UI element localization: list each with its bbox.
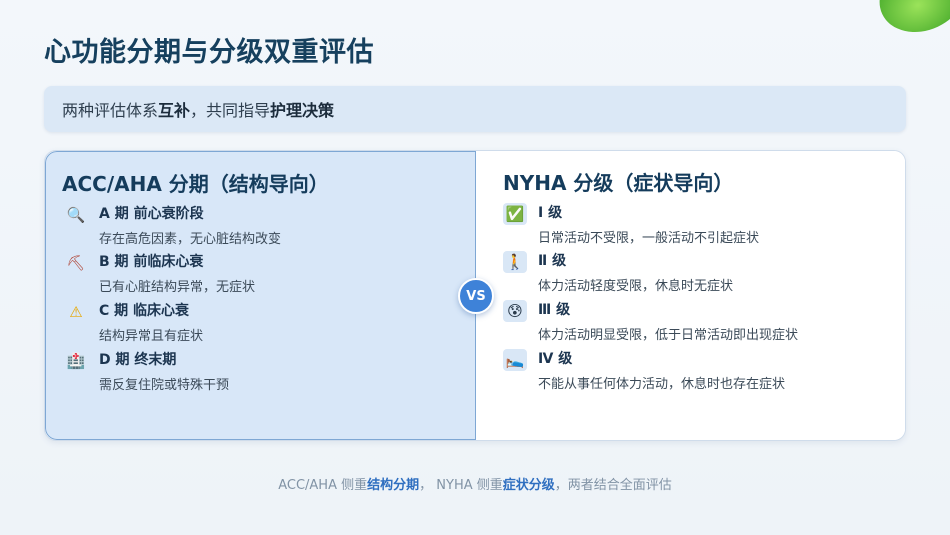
- worried-face-icon: 😰: [503, 300, 527, 322]
- subtitle-text-2: ，共同指导: [190, 101, 271, 120]
- footer-bold-2: 症状分级: [502, 478, 555, 493]
- leaf-decoration: [867, 0, 950, 46]
- stage-d-desc: 需反复住院或特殊干预: [99, 378, 230, 393]
- subtitle-bold-1: 互补: [158, 101, 191, 120]
- vs-badge: VS: [458, 278, 494, 314]
- oil-pump-icon: ⛏: [66, 254, 86, 272]
- footer-bold-1: 结构分期: [367, 478, 420, 493]
- class-2-desc: 体力活动轻度受限，休息时无症状: [538, 279, 734, 294]
- subtitle-banner: 两种评估体系 互补 ，共同指导 护理决策: [44, 86, 906, 132]
- class-2-item: 🚶 Ⅱ 级 体力活动轻度受限，休息时无症状: [503, 249, 903, 295]
- subtitle-text-1: 两种评估体系: [62, 101, 159, 120]
- class-3-item: 😰 Ⅲ 级 体力活动明显受限，低于日常活动即出现症状: [503, 298, 903, 344]
- acc-aha-card-title: ACC/AHA 分期（结构导向）: [62, 172, 329, 196]
- hospital-icon: 🏥: [66, 352, 86, 370]
- class-4-desc: 不能从事任何体力活动，休息时也存在症状: [538, 377, 786, 392]
- footer-text-3: ，两者结合全面评估: [554, 478, 672, 493]
- stage-c-item: ⚠ C 期 临床心衰 结构异常且有症状: [64, 299, 464, 345]
- stage-b-label: B 期 前临床心衰: [99, 254, 204, 270]
- class-3-desc: 体力活动明显受限，低于日常活动即出现症状: [538, 328, 799, 343]
- class-1-item: ✅ Ⅰ 级 日常活动不受限，一般活动不引起症状: [503, 201, 903, 247]
- stage-c-label: C 期 临床心衰: [99, 303, 190, 319]
- acc-aha-card: ACC/AHA 分期（结构导向） 🔍 A 期 前心衰阶段 存在高危因素，无心脏结…: [45, 151, 476, 440]
- class-2-label: Ⅱ 级: [538, 253, 567, 269]
- footer-text-1: ACC/AHA 侧重: [278, 478, 368, 493]
- stage-d-item: 🏥 D 期 终末期 需反复住院或特殊干预: [64, 348, 464, 394]
- bed-icon: 🛌: [503, 349, 527, 371]
- nyha-card-title: NYHA 分级（症状导向）: [503, 171, 734, 195]
- stage-b-desc: 已有心脏结构异常，无症状: [99, 280, 256, 295]
- stage-b-item: ⛏ B 期 前临床心衰 已有心脏结构异常，无症状: [64, 250, 464, 296]
- footer-text-2: ， NYHA 侧重: [419, 478, 503, 493]
- class-3-label: Ⅲ 级: [538, 302, 571, 318]
- nyha-card: NYHA 分级（症状导向） ✅ Ⅰ 级 日常活动不受限，一般活动不引起症状 🚶 …: [476, 151, 905, 440]
- stage-a-item: 🔍 A 期 前心衰阶段 存在高危因素，无心脏结构改变: [64, 202, 464, 248]
- check-box-icon: ✅: [503, 203, 527, 225]
- stage-a-label: A 期 前心衰阶段: [99, 206, 204, 222]
- class-1-label: Ⅰ 级: [538, 205, 563, 221]
- stage-d-label: D 期 终末期: [99, 352, 177, 368]
- page-title: 心功能分期与分级双重评估: [44, 37, 374, 68]
- stage-c-desc: 结构异常且有症状: [99, 329, 204, 344]
- footer-note: ACC/AHA 侧重结构分期， NYHA 侧重症状分级，两者结合全面评估: [0, 474, 950, 493]
- class-4-label: Ⅳ 级: [538, 351, 573, 367]
- subtitle-bold-2: 护理决策: [270, 101, 335, 120]
- class-4-item: 🛌 Ⅳ 级 不能从事任何体力活动，休息时也存在症状: [503, 347, 903, 393]
- walking-person-icon: 🚶: [503, 251, 527, 273]
- stage-a-desc: 存在高危因素，无心脏结构改变: [99, 232, 282, 247]
- class-1-desc: 日常活动不受限，一般活动不引起症状: [538, 231, 760, 246]
- magnifier-icon: 🔍: [66, 206, 86, 224]
- warning-icon: ⚠: [69, 303, 83, 321]
